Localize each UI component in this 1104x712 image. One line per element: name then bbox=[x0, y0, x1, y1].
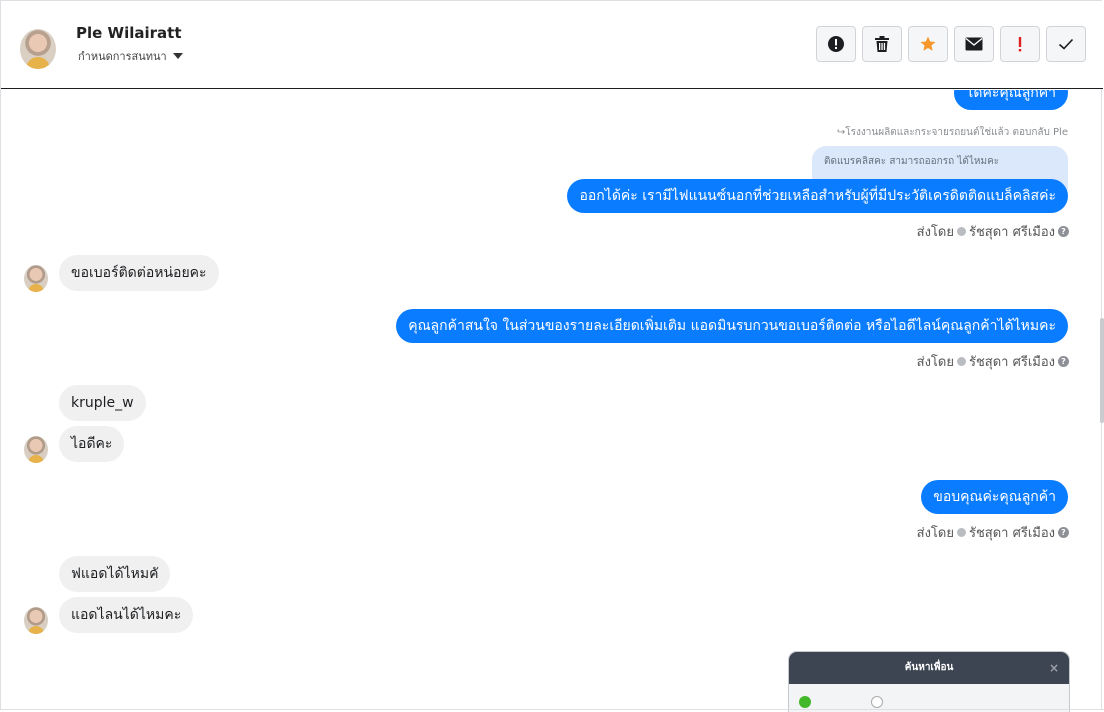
important-icon bbox=[1018, 37, 1022, 52]
report-spam-button[interactable] bbox=[816, 26, 856, 62]
contact-avatar-small bbox=[24, 607, 48, 634]
popup-title: ค้นหาเพื่อน bbox=[904, 662, 954, 673]
help-icon[interactable]: ? bbox=[1058, 527, 1069, 538]
reply-context: ↪โรงงานผลิตและกระจายรถยนต์ใช่แล้ว ตอบกลั… bbox=[836, 127, 1068, 138]
find-friends-popup[interactable]: ค้นหาเพื่อน × bbox=[789, 652, 1069, 712]
message-bubble-outgoing: ออกได้ค่ะ เรามีไฟแนนซ์นอกที่ช่วยเหลือสำห… bbox=[567, 179, 1068, 213]
contact-avatar-small bbox=[24, 265, 48, 292]
sender-name: รัชสุดา ศรีเมือง bbox=[968, 526, 1055, 541]
sender-name: รัชสุดา ศรีเมือง bbox=[968, 225, 1055, 240]
assign-label: กำหนดการสนทนา bbox=[78, 50, 167, 63]
report-icon bbox=[828, 36, 844, 52]
assign-conversation-dropdown[interactable]: กำหนดการสนทนา bbox=[78, 47, 183, 65]
contact-name[interactable]: Ple Wilairatt bbox=[76, 24, 181, 42]
sent-by-info: ส่งโดย รัชสุดา ศรีเมือง ? bbox=[917, 351, 1069, 372]
delete-button[interactable] bbox=[862, 26, 902, 62]
sent-by-info: ส่งโดย รัชสุดา ศรีเมือง ? bbox=[917, 522, 1069, 543]
popup-body bbox=[789, 684, 1069, 712]
mark-done-button[interactable] bbox=[1046, 26, 1086, 62]
sent-by-label: ส่งโดย bbox=[916, 526, 954, 541]
trash-icon bbox=[875, 36, 889, 52]
sent-by-info: ส่งโดย รัชสุดา ศรีเมือง ? bbox=[917, 221, 1069, 242]
message-bubble-outgoing: ขอบคุณค่ะคุณลูกค้า bbox=[921, 480, 1068, 514]
help-icon[interactable]: ? bbox=[1058, 356, 1069, 367]
message-bubble-outgoing: คุณลูกค้าสนใจ ในส่วนของรายละเอียดเพิ่มเต… bbox=[396, 309, 1068, 343]
sender-avatar-icon bbox=[956, 357, 966, 366]
mark-unread-button[interactable] bbox=[954, 26, 994, 62]
sent-by-label: ส่งโดย bbox=[916, 225, 954, 240]
contact-avatar-small bbox=[24, 436, 48, 463]
radio-option[interactable] bbox=[871, 696, 883, 708]
sender-name: รัชสุดา ศรีเมือง bbox=[968, 355, 1055, 370]
message-bubble-incoming: ขอเบอร์ติดต่อหน่อยคะ bbox=[59, 255, 219, 291]
divider bbox=[20, 709, 1104, 710]
message-bubble-outgoing: โดคะคุณลูกคา bbox=[953, 90, 1068, 110]
popup-header: ค้นหาเพื่อน × bbox=[789, 652, 1069, 684]
radio-option-selected[interactable] bbox=[799, 696, 811, 708]
close-icon[interactable]: × bbox=[1049, 652, 1059, 684]
contact-avatar[interactable] bbox=[20, 29, 56, 69]
message-bubble-incoming: ฟแอดได้ไหมคั bbox=[59, 556, 171, 592]
message-bubble-incoming: ไอดีคะ bbox=[59, 426, 125, 462]
envelope-icon bbox=[965, 37, 983, 51]
sender-avatar-icon bbox=[956, 227, 966, 236]
message-bubble-incoming: แอดไลนได้ไหมคะ bbox=[59, 597, 194, 633]
scrollbar-thumb[interactable] bbox=[1100, 318, 1104, 423]
sender-avatar-icon bbox=[956, 528, 966, 537]
mark-important-button[interactable] bbox=[1000, 26, 1040, 62]
message-bubble-incoming: kruple_w bbox=[59, 385, 146, 421]
help-icon[interactable]: ? bbox=[1058, 226, 1069, 237]
check-icon bbox=[1058, 38, 1074, 50]
message-thread[interactable]: โดคะคุณลูกคา ↪โรงงานผลิตและกระจายรถยนต์ใ… bbox=[1, 90, 1101, 710]
conversation-header: Ple Wilairatt กำหนดการสนทนา bbox=[1, 1, 1103, 89]
caret-down-icon bbox=[172, 53, 183, 59]
sent-by-label: ส่งโดย bbox=[916, 355, 954, 370]
star-button[interactable] bbox=[908, 26, 948, 62]
conversation-toolbar bbox=[816, 26, 1086, 62]
star-icon bbox=[920, 36, 936, 51]
